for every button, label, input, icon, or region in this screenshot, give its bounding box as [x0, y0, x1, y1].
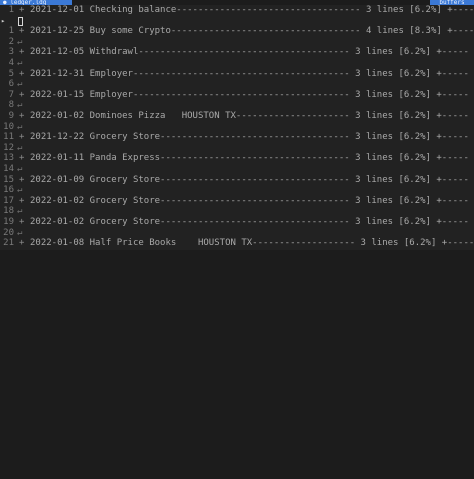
line-number: 6	[8, 79, 14, 90]
folded-line[interactable]: 19 +2022-01-02 Grocery Store-------------…	[0, 217, 474, 228]
fold-summary-text: 2021-12-01 Checking balance-------------…	[30, 5, 474, 15]
folded-line[interactable]: 13 +2022-01-11 Panda Express-------------…	[0, 153, 474, 164]
return-icon: ↵	[17, 79, 23, 90]
line-number: 21	[3, 238, 14, 249]
line-number: 10	[3, 121, 14, 132]
fold-marker[interactable]: +	[19, 111, 24, 122]
fold-summary-text: 2021-12-05 Withdrawl--------------------…	[30, 47, 469, 58]
fold-marker[interactable]: +	[19, 196, 24, 207]
folded-line[interactable]: 7 +2022-01-15 Employer-------------------…	[0, 90, 474, 101]
folded-line[interactable]: 11 +2021-12-22 Grocery Store-------------…	[0, 132, 474, 143]
fold-summary-text: 2021-12-22 Grocery Store----------------…	[30, 132, 469, 143]
fold-summary-text: 2022-01-02 Dominoes Pizza HOUSTON TX----…	[30, 111, 469, 121]
sign-column-icon: ▸	[1, 16, 6, 25]
fold-summary-text: 2021-12-25 Buy some Crypto--------------…	[30, 26, 474, 37]
line-number: 20	[3, 227, 14, 238]
folded-line[interactable]: 15 +2022-01-09 Grocery Store-------------…	[0, 175, 474, 186]
folded-line[interactable]: 17 +2022-01-02 Grocery Store-------------…	[0, 196, 474, 207]
fold-marker[interactable]: +	[19, 69, 24, 80]
empty-line[interactable]: 20 ↵	[0, 228, 474, 239]
line-number: 9	[8, 111, 14, 121]
line-number: 16	[3, 185, 14, 196]
line-number: 17	[3, 195, 14, 206]
line-number: 2	[8, 36, 14, 47]
return-icon: ↵	[17, 58, 23, 68]
fold-marker[interactable]: +	[19, 175, 24, 186]
line-number: 5	[8, 68, 14, 79]
return-icon: ↵	[17, 185, 23, 196]
line-number: 18	[3, 206, 14, 217]
editor-buffer[interactable]: 1 +2021-12-01 Checking balance-----------…	[0, 5, 474, 250]
line-number: 15	[3, 174, 14, 185]
empty-editor-area	[0, 250, 474, 479]
line-number: 13	[3, 153, 14, 164]
return-icon: ↵	[17, 227, 23, 238]
cursor-line[interactable]: ▸	[0, 16, 474, 27]
return-icon: ↵	[17, 206, 23, 217]
line-number: 14	[3, 164, 14, 174]
return-icon: ↵	[17, 142, 23, 153]
return-icon: ↵	[17, 100, 23, 111]
folded-line[interactable]: 21 +2022-01-08 Half Price Books HOUSTON T…	[0, 238, 474, 249]
line-number: 7	[8, 89, 14, 100]
fold-marker[interactable]: +	[19, 238, 24, 249]
line-number: 8	[8, 100, 14, 111]
return-icon: ↵	[17, 36, 23, 47]
line-number: 1	[8, 5, 14, 15]
line-number: 3	[8, 47, 14, 58]
empty-line[interactable]: 2 ↵	[0, 37, 474, 48]
folded-line[interactable]: 1 +2021-12-01 Checking balance-----------…	[0, 5, 474, 16]
return-icon: ↵	[17, 164, 23, 174]
fold-marker[interactable]: +	[19, 132, 24, 143]
folded-line[interactable]: 5 +2021-12-31 Employer-------------------…	[0, 69, 474, 80]
empty-line[interactable]: 6 ↵	[0, 79, 474, 90]
fold-marker[interactable]: +	[19, 217, 24, 228]
empty-line[interactable]: 4 ↵	[0, 58, 474, 69]
fold-summary-text: 2022-01-15 Employer---------------------…	[30, 89, 469, 100]
line-number: 4	[8, 58, 14, 68]
empty-line[interactable]: 16 ↵	[0, 185, 474, 196]
line-number: 12	[3, 142, 14, 153]
folded-line[interactable]: 9 +2022-01-02 Dominoes Pizza HOUSTON TX--…	[0, 111, 474, 122]
empty-line[interactable]: 14 ↵	[0, 164, 474, 175]
fold-marker[interactable]: +	[19, 90, 24, 101]
folded-line[interactable]: 1 +2021-12-25 Buy some Crypto------------…	[0, 26, 474, 37]
line-number: 1	[8, 26, 14, 37]
fold-summary-text: 2021-12-31 Employer---------------------…	[30, 68, 469, 79]
fold-summary-text: 2022-01-02 Grocery Store----------------…	[30, 217, 469, 227]
fold-summary-text: 2022-01-08 Half Price Books HOUSTON TX--…	[30, 238, 474, 249]
fold-marker[interactable]: +	[19, 153, 24, 164]
fold-summary-text: 2022-01-09 Grocery Store----------------…	[30, 174, 469, 185]
fold-summary-text: 2022-01-11 Panda Express----------------…	[30, 153, 469, 164]
empty-line[interactable]: 12 ↵	[0, 143, 474, 154]
return-icon: ↵	[17, 121, 23, 132]
fold-summary-text: 2022-01-02 Grocery Store----------------…	[30, 195, 469, 206]
fold-marker[interactable]: +	[19, 26, 24, 37]
folded-line[interactable]: 3 +2021-12-05 Withdrawl------------------…	[0, 47, 474, 58]
line-number: 19	[3, 217, 14, 227]
empty-line[interactable]: 8 ↵	[0, 100, 474, 111]
line-number: 11	[3, 132, 14, 143]
empty-line[interactable]: 18 ↵	[0, 206, 474, 217]
empty-line[interactable]: 10 ↵	[0, 122, 474, 133]
fold-marker[interactable]: +	[19, 5, 24, 16]
text-cursor	[18, 16, 23, 26]
fold-marker[interactable]: +	[19, 47, 24, 58]
